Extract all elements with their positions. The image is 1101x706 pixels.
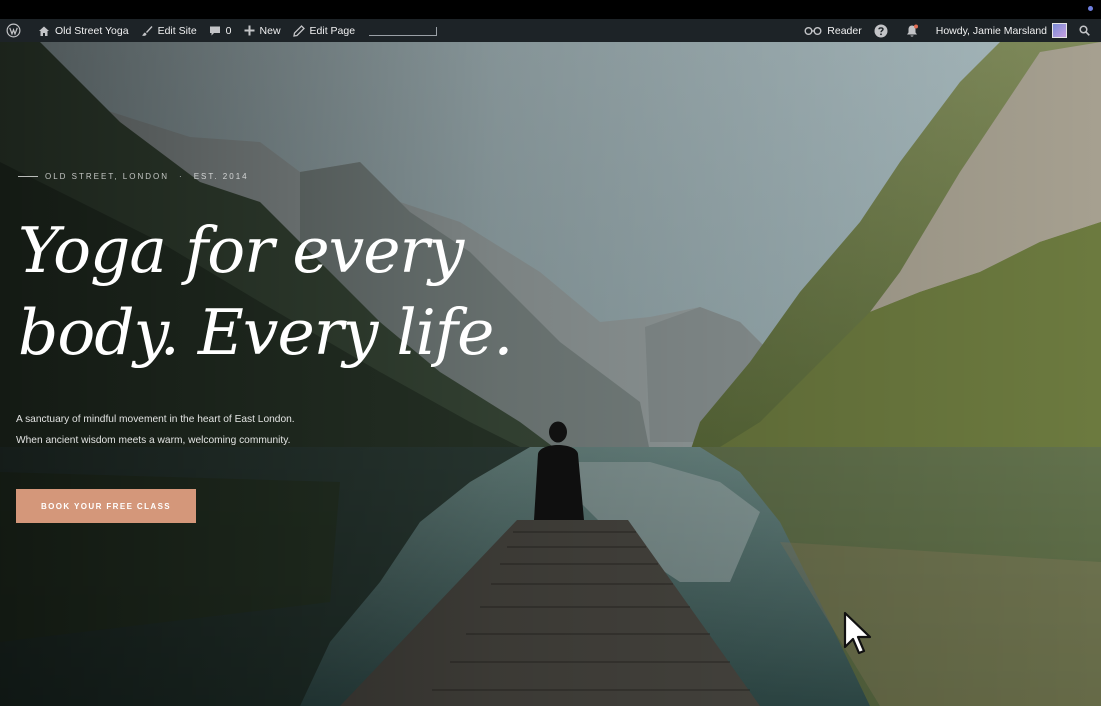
reader-label: Reader <box>827 24 862 37</box>
help-icon <box>874 24 888 37</box>
notifications-button[interactable] <box>899 19 930 42</box>
hero-background-image <box>0 42 1101 706</box>
hero-eyebrow: OLD STREET, LONDON · EST. 2014 <box>18 172 249 181</box>
bell-icon <box>906 24 918 37</box>
comment-icon <box>209 26 220 35</box>
hero-description: A sanctuary of mindful movement in the h… <box>16 409 295 451</box>
search-button[interactable] <box>1073 19 1101 42</box>
browser-frame: Old Street Yoga Edit Site 0 New Edit Pag… <box>0 0 1101 706</box>
eyebrow-location: OLD STREET, LONDON <box>45 172 170 181</box>
hero-heading: Yoga for every body. Every life. <box>18 210 513 374</box>
admin-bar-field[interactable] <box>369 25 438 36</box>
screen-top-strip <box>0 0 1101 19</box>
hero-heading-line-1: Yoga for every <box>18 214 464 287</box>
new-label: New <box>259 24 281 37</box>
hero-description-line-1: A sanctuary of mindful movement in the h… <box>16 414 295 425</box>
home-icon <box>39 26 49 36</box>
wordpress-logo-icon <box>6 23 21 38</box>
pencil-icon <box>292 24 305 37</box>
eyebrow-established: EST. 2014 <box>193 172 249 181</box>
comments-count: 0 <box>225 24 232 37</box>
edit-site-link[interactable]: Edit Site <box>135 19 203 42</box>
book-free-class-button[interactable]: BOOK YOUR FREE CLASS <box>16 489 196 523</box>
new-content-link[interactable]: New <box>238 19 287 42</box>
eyebrow-rule <box>18 176 38 177</box>
eyebrow-separator: · <box>179 172 184 181</box>
hero-heading-line-2: body. Every life. <box>18 296 513 369</box>
brush-icon <box>141 25 153 36</box>
site-name-link[interactable]: Old Street Yoga <box>32 19 135 42</box>
search-icon <box>1079 25 1090 36</box>
account-menu[interactable]: Howdy, Jamie Marsland <box>930 19 1073 42</box>
reader-link[interactable]: Reader <box>798 19 867 42</box>
recording-indicator <box>1088 6 1093 11</box>
site-name-label: Old Street Yoga <box>55 24 129 37</box>
greeting-label: Howdy, Jamie Marsland <box>935 24 1047 37</box>
wp-admin-bar: Old Street Yoga Edit Site 0 New Edit Pag… <box>0 19 1101 42</box>
mouse-cursor-icon <box>843 611 872 655</box>
help-button[interactable] <box>868 19 899 42</box>
wordpress-menu[interactable] <box>0 19 32 42</box>
hero-description-line-2: When ancient wisdom meets a warm, welcom… <box>16 435 291 446</box>
plus-icon <box>244 25 255 36</box>
hero-section: OLD STREET, LONDON · EST. 2014 Yoga for … <box>0 42 1101 706</box>
comments-link[interactable]: 0 <box>203 19 238 42</box>
glasses-icon <box>804 26 822 35</box>
avatar <box>1052 23 1067 38</box>
edit-page-label: Edit Page <box>309 24 356 37</box>
edit-site-label: Edit Site <box>157 24 197 37</box>
edit-page-link[interactable]: Edit Page <box>287 19 362 42</box>
